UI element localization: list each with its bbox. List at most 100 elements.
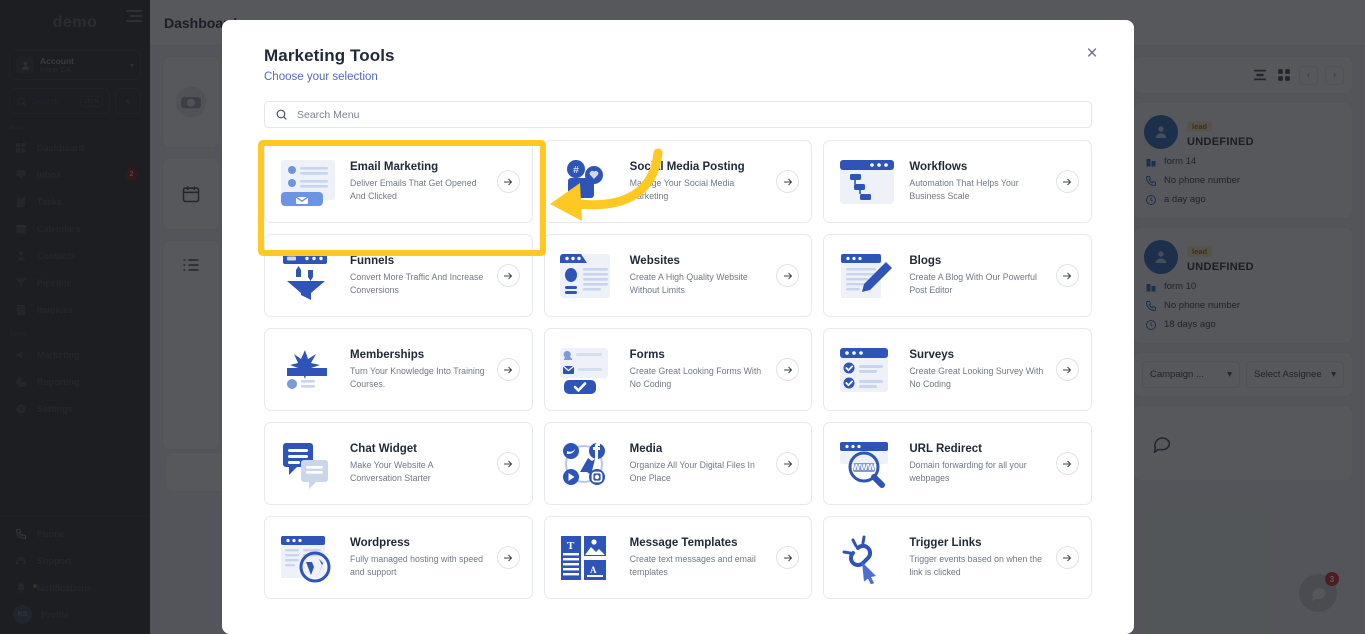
tool-card-url-redirect[interactable]: WWW URL Redirect Domain forwarding for a… [823, 422, 1092, 505]
tool-card-memberships[interactable]: Memberships Turn Your Knowledge Into Tra… [264, 328, 533, 411]
tool-card-surveys[interactable]: Surveys Create Great Looking Survey With… [823, 328, 1092, 411]
tool-text: Wordpress Fully managed hosting with spe… [350, 537, 487, 577]
tool-desc: Organize All Your Digital Files In One P… [629, 460, 755, 483]
url-redirect-icon: WWW [834, 435, 899, 493]
svg-text:A: A [590, 565, 597, 575]
tool-desc: Turn Your Knowledge Into Training Course… [350, 366, 485, 389]
svg-text:T: T [567, 540, 575, 552]
tool-card-social-media-posting[interactable]: # Social Media Posting Manage Your Socia… [543, 140, 813, 223]
tool-text: Blogs Create A Blog With Our Powerful Po… [909, 255, 1046, 295]
arrow-right-icon[interactable] [776, 546, 800, 569]
tool-name: Wordpress [350, 537, 410, 550]
tool-name: Workflows [909, 161, 968, 174]
arrow-right-icon[interactable] [1055, 264, 1079, 287]
tool-desc: Deliver Emails That Get Opened And Click… [350, 178, 477, 201]
search-menu-wrap [222, 83, 1134, 128]
tool-card-funnels[interactable]: Funnels Convert More Traffic And Increas… [264, 234, 533, 317]
tool-desc: Manage Your Social Media Marketing [629, 178, 735, 201]
tool-text: Funnels Convert More Traffic And Increas… [350, 255, 487, 295]
email-list-icon [275, 153, 340, 211]
trigger-link-icon [834, 529, 899, 587]
tool-card-media[interactable]: Media Organize All Your Digital Files In… [543, 422, 813, 505]
tool-text: Email Marketing Deliver Emails That Get … [350, 161, 487, 201]
svg-text:#: # [573, 165, 579, 176]
svg-text:WWW: WWW [853, 463, 876, 472]
tool-text: Websites Create A High Quality Website W… [630, 255, 767, 295]
tool-text: Social Media Posting Manage Your Social … [630, 161, 767, 201]
tool-card-message-templates[interactable]: T A Message Templates Create text messag… [543, 516, 813, 599]
tool-name: Trigger Links [909, 537, 982, 550]
tool-name: Blogs [909, 255, 942, 268]
arrow-right-icon[interactable] [776, 264, 800, 287]
tool-card-blogs[interactable]: Blogs Create A Blog With Our Powerful Po… [823, 234, 1092, 317]
arrow-right-icon[interactable] [496, 264, 520, 287]
tool-name: URL Redirect [909, 443, 982, 456]
tool-card-trigger-links[interactable]: Trigger Links Trigger events based on wh… [823, 516, 1092, 599]
modal-title: Marketing Tools [264, 46, 395, 65]
modal-subtitle: Choose your selection [264, 71, 378, 83]
tool-text: Surveys Create Great Looking Survey With… [909, 349, 1046, 389]
search-input[interactable] [297, 108, 1081, 121]
tool-desc: Domain forwarding for all your webpages [909, 460, 1027, 483]
tool-text: Forms Create Great Looking Forms With No… [630, 349, 767, 389]
tool-desc: Create Great Looking Forms With No Codin… [629, 366, 762, 389]
tool-name: Memberships [350, 349, 425, 362]
arrow-right-icon[interactable] [496, 358, 520, 381]
tool-card-email-marketing[interactable]: Email Marketing Deliver Emails That Get … [264, 140, 533, 223]
tool-text: URL Redirect Domain forwarding for all y… [909, 443, 1046, 483]
tool-card-websites[interactable]: Websites Create A High Quality Website W… [543, 234, 813, 317]
arrow-right-icon[interactable] [1055, 170, 1079, 193]
search-menu-box[interactable] [264, 101, 1092, 128]
tool-desc: Fully managed hosting with speed and sup… [350, 554, 484, 577]
arrow-right-icon[interactable] [1055, 358, 1079, 381]
tool-name: Websites [629, 255, 680, 268]
website-icon [555, 247, 620, 305]
close-icon[interactable]: × [1080, 42, 1104, 66]
tool-desc: Create A High Quality Website Without Li… [629, 272, 748, 295]
tool-card-wordpress[interactable]: Wordpress Fully managed hosting with spe… [264, 516, 533, 599]
chat-widget-icon [275, 435, 340, 493]
membership-icon [275, 341, 340, 399]
tool-name: Email Marketing [350, 161, 439, 174]
tool-desc: Create Great Looking Survey With No Codi… [909, 366, 1044, 389]
tool-text: Memberships Turn Your Knowledge Into Tra… [350, 349, 487, 389]
tool-text: Chat Widget Make Your Website A Conversa… [350, 443, 487, 483]
arrow-right-icon[interactable] [496, 170, 520, 193]
social-chat-icon: # [555, 153, 620, 211]
arrow-right-icon[interactable] [776, 170, 800, 193]
tool-card-workflows[interactable]: Workflows Automation That Helps Your Bus… [823, 140, 1092, 223]
marketing-tools-modal: Marketing Tools Choose your selection × [222, 20, 1134, 634]
tool-text: Workflows Automation That Helps Your Bus… [909, 161, 1046, 201]
tool-name: Forms [629, 349, 665, 362]
tool-text: Media Organize All Your Digital Files In… [630, 443, 767, 483]
tool-name: Message Templates [629, 537, 738, 550]
media-share-icon [555, 435, 620, 493]
tool-desc: Trigger events based on when the link is… [909, 554, 1043, 577]
screen-root: demo Account Irvine CA ▾ Search [0, 0, 1365, 634]
tool-name: Chat Widget [350, 443, 417, 456]
blog-pencil-icon [834, 247, 899, 305]
modal-header: Marketing Tools Choose your selection × [222, 20, 1134, 83]
workflow-icon [834, 153, 899, 211]
tools-grid: Email Marketing Deliver Emails That Get … [264, 140, 1092, 599]
arrow-right-icon[interactable] [1055, 546, 1079, 569]
tool-name: Media [629, 443, 663, 456]
arrow-right-icon[interactable] [496, 452, 520, 475]
tool-name: Social Media Posting [629, 161, 745, 174]
tool-name: Surveys [909, 349, 955, 362]
survey-icon [834, 341, 899, 399]
arrow-right-icon[interactable] [776, 358, 800, 381]
tool-desc: Make Your Website A Conversation Starter [350, 460, 433, 483]
tools-scroll-area[interactable]: Email Marketing Deliver Emails That Get … [222, 128, 1134, 634]
arrow-right-icon[interactable] [1055, 452, 1079, 475]
search-icon [276, 109, 287, 120]
arrow-right-icon[interactable] [496, 546, 520, 569]
tool-text: Message Templates Create text messages a… [630, 537, 767, 577]
tool-text: Trigger Links Trigger events based on wh… [909, 537, 1046, 577]
forms-icon [555, 341, 620, 399]
tool-card-chat-widget[interactable]: Chat Widget Make Your Website A Conversa… [264, 422, 533, 505]
tool-card-forms[interactable]: Forms Create Great Looking Forms With No… [543, 328, 813, 411]
tool-desc: Create text messages and email templates [629, 554, 756, 577]
wordpress-icon [275, 529, 340, 587]
arrow-right-icon[interactable] [776, 452, 800, 475]
